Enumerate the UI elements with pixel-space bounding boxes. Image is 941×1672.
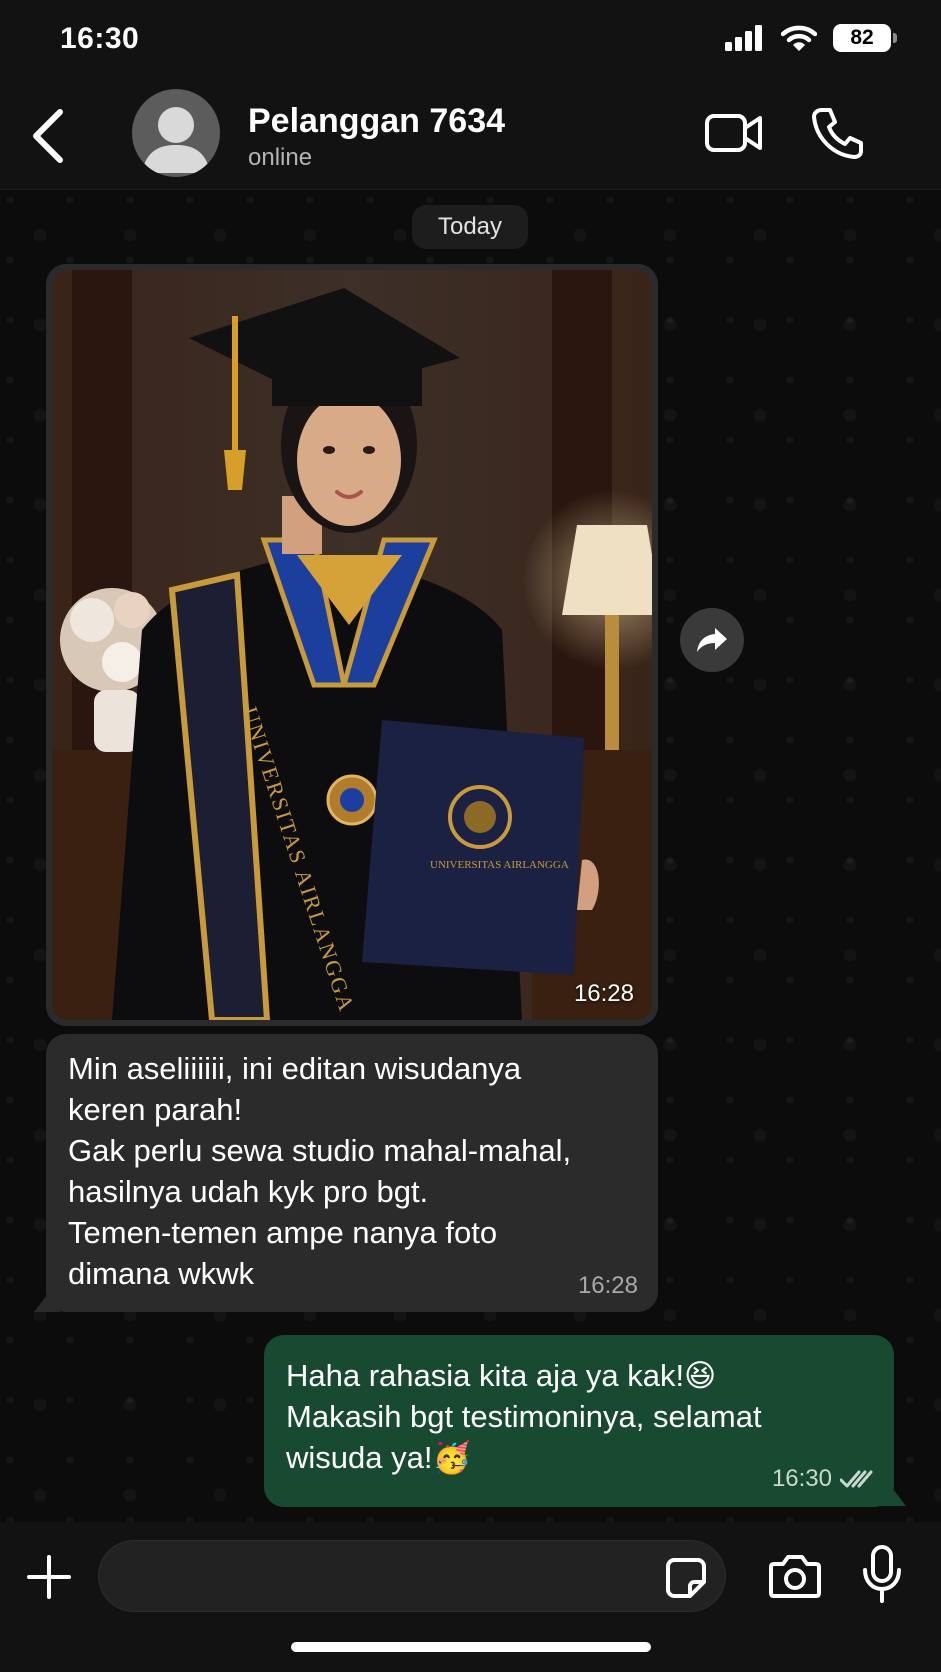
photo-timestamp: 16:28 xyxy=(573,980,634,1007)
contact-status: online xyxy=(248,144,313,171)
avatar[interactable] xyxy=(132,89,220,177)
outgoing-message-time: 16:30 xyxy=(771,1465,832,1492)
chat-area[interactable]: Today UNIVERSITAS AIRLANGGA UNIVERSITAS … xyxy=(0,190,941,1522)
signal-icon xyxy=(725,25,762,51)
battery-icon: 82 xyxy=(833,24,897,52)
folder-text: UNIVERSITAS AIRLANGGA xyxy=(430,859,569,871)
sticker-icon xyxy=(666,1558,706,1598)
contact-name[interactable]: Pelanggan 7634 xyxy=(248,102,505,141)
camera-button[interactable] xyxy=(768,1552,822,1600)
incoming-message-time: 16:28 xyxy=(577,1272,638,1299)
plus-icon xyxy=(27,1555,71,1599)
back-chevron-icon xyxy=(33,109,63,163)
photo-message[interactable]: UNIVERSITAS AIRLANGGA UNIVERSITAS AIRLAN… xyxy=(46,264,658,1026)
phone-icon xyxy=(812,108,863,159)
video-call-button[interactable] xyxy=(704,108,764,158)
microphone-button[interactable] xyxy=(862,1544,902,1604)
status-icons: 82 xyxy=(725,24,897,52)
double-check-icon xyxy=(840,1470,873,1488)
status-time: 16:30 xyxy=(60,22,140,55)
voice-call-button[interactable] xyxy=(810,104,864,160)
microphone-icon xyxy=(863,1545,901,1603)
camera-icon xyxy=(769,1555,821,1598)
sticker-button[interactable] xyxy=(664,1556,708,1600)
wifi-icon xyxy=(781,25,817,51)
attach-button[interactable] xyxy=(26,1554,72,1600)
incoming-message[interactable]: Min aseliiiiii, ini editan wisudanya ker… xyxy=(46,1034,658,1312)
status-bar: 16:30 82 xyxy=(0,0,941,84)
outgoing-message-text: Haha rahasia kita aja ya kak!😆 Makasih b… xyxy=(286,1358,762,1475)
outgoing-message[interactable]: Haha rahasia kita aja ya kak!😆 Makasih b… xyxy=(264,1335,894,1507)
date-label: Today xyxy=(437,213,503,240)
forward-button[interactable] xyxy=(680,608,744,672)
date-separator: Today xyxy=(412,205,528,249)
graduation-portrait-image: UNIVERSITAS AIRLANGGA UNIVERSITAS AIRLAN… xyxy=(52,270,652,1020)
graduation-photo[interactable]: UNIVERSITAS AIRLANGGA UNIVERSITAS AIRLAN… xyxy=(52,270,652,1020)
avatar-icon xyxy=(142,107,210,173)
back-button[interactable] xyxy=(26,106,76,166)
incoming-message-text: Min aseliiiiii, ini editan wisudanya ker… xyxy=(68,1051,572,1291)
home-indicator[interactable] xyxy=(291,1642,651,1652)
battery-level: 82 xyxy=(850,26,874,49)
message-input[interactable] xyxy=(98,1540,726,1612)
video-camera-icon xyxy=(705,114,762,152)
forward-arrow-icon xyxy=(697,628,727,652)
chat-header: Pelanggan 7634 online xyxy=(0,84,941,190)
outgoing-message-meta: 16:30 xyxy=(772,1465,874,1493)
